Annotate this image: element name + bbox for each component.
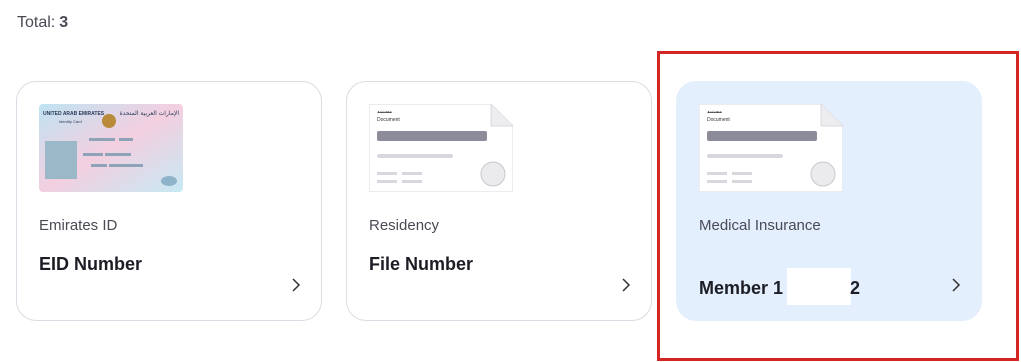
emirates-id-card-icon: UNITED ARAB EMIRATES الإمارات العربية ال… [39,104,183,192]
chevron-right-icon [952,278,961,292]
total-count-label: Total: 3 [17,14,68,32]
document-card-medical-insurance[interactable]: مستند Document Medical Insurance Member … [676,81,982,321]
card-value-end: 2 [850,278,861,298]
redaction-mask [787,268,851,305]
total-label: Total: [17,14,56,31]
chevron-right-icon [622,278,631,292]
document-card-emirates-id[interactable]: UNITED ARAB EMIRATES الإمارات العربية ال… [16,81,322,321]
doc-title-ar: مستند [377,109,392,115]
total-count: 3 [59,14,69,31]
chevron-right-icon [292,278,301,292]
id-card-type: Identity Card [59,119,82,124]
card-value: Member 1 [699,278,784,298]
document-card-residency[interactable]: مستند Document Residency File Number [346,81,652,321]
id-country-en: UNITED ARAB EMIRATES [43,111,105,117]
card-label: Residency [369,217,440,234]
document-icon: مستند Document [369,104,513,192]
doc-title-en: Document [377,117,400,123]
card-value: EID Number [39,254,143,274]
document-icon: مستند Document [699,104,843,192]
card-value: File Number [369,254,474,274]
card-label: Medical Insurance [699,217,821,234]
card-label: Emirates ID [39,217,118,234]
doc-title-ar: مستند [707,109,722,115]
id-country-ar: الإمارات العربية المتحدة [120,110,180,117]
doc-title-en: Document [707,117,730,123]
